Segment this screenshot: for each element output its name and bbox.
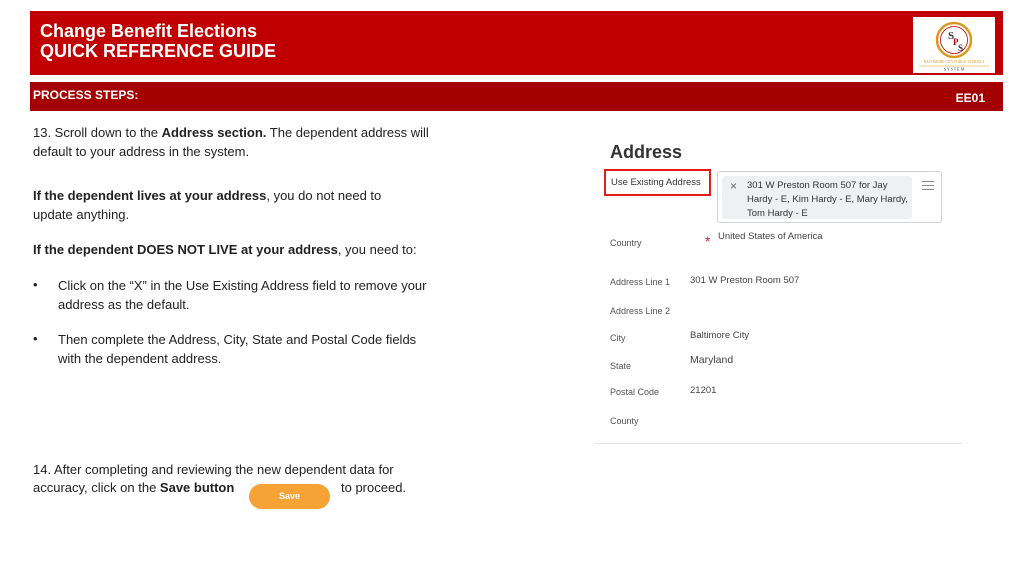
bullet-marker: • (33, 277, 38, 292)
bullet-item: Click on the “X” in the Use Existing Add… (58, 278, 427, 312)
use-existing-address-label: Use Existing Address (604, 169, 711, 196)
prompt-list-icon[interactable] (922, 181, 934, 191)
use-existing-address-field[interactable]: × 301 W Preston Room 507 for Jay Hardy -… (717, 171, 942, 223)
city-value[interactable]: Baltimore City (690, 330, 749, 341)
lives-at-address-text: If the dependent lives at your address, … (33, 187, 413, 224)
guide-code: EE01 (955, 91, 985, 105)
remove-selection-icon[interactable]: × (730, 179, 737, 193)
step-14-line1: 14. After completing and reviewing the n… (33, 462, 394, 477)
step-13-bold: Address section. (161, 125, 267, 140)
address-line-1-value[interactable]: 301 W Preston Room 507 (690, 275, 799, 286)
guide-header: Change Benefit Elections QUICK REFERENCE… (30, 11, 1003, 75)
bullet-marker: • (33, 331, 38, 346)
process-steps-label: PROCESS STEPS: (33, 88, 139, 102)
step-14-prefix: accuracy, click on the (33, 480, 160, 495)
step-14-bold: Save button (159, 480, 235, 495)
step-13-prefix: 13. Scroll down to the (33, 125, 162, 140)
svg-text:S: S (958, 43, 963, 53)
process-steps-bar: PROCESS STEPS: EE01 (30, 82, 1003, 111)
country-value[interactable]: United States of America (718, 231, 823, 242)
sps-logo-icon: S P S BALTIMORE CITY PUBLIC SCHOOLS S Y … (919, 21, 989, 72)
country-label: Country (610, 238, 642, 248)
state-label: State (610, 361, 632, 371)
step-13-text: 13. Scroll down to the Address section. … (33, 124, 463, 161)
save-button[interactable]: Save (249, 484, 330, 509)
not-lives-at-address-text: If the dependent DOES NOT LIVE at your a… (33, 241, 463, 260)
svg-text:S Y S T E M: S Y S T E M (944, 67, 965, 72)
selected-address-pill: × 301 W Preston Room 507 for Jay Hardy -… (722, 176, 912, 219)
postal-code-label: Postal Code (610, 387, 660, 397)
guide-title: Change Benefit Elections (40, 21, 258, 41)
step-14-suffix: to proceed. (341, 480, 407, 495)
required-icon: * (705, 233, 711, 249)
address-panel: Address Use Existing Address × 301 W Pre… (594, 128, 962, 444)
not-lives-at-address-suffix: , you need to: (337, 242, 417, 257)
guide-subtitle: QUICK REFERENCE GUIDE (40, 41, 277, 61)
lives-at-address-bold: If the dependent lives at your address (33, 188, 267, 203)
address-line-1-label: Address Line 1 (610, 277, 671, 287)
address-line-2-label: Address Line 2 (610, 306, 671, 316)
sps-logo: S P S BALTIMORE CITY PUBLIC SCHOOLS S Y … (913, 17, 995, 73)
county-label: County (610, 416, 639, 426)
bullet-item: Then complete the Address, City, State a… (58, 332, 417, 366)
postal-code-value[interactable]: 21201 (690, 385, 716, 396)
city-label: City (610, 333, 626, 343)
svg-text:BALTIMORE CITY PUBLIC SCHOOLS: BALTIMORE CITY PUBLIC SCHOOLS (924, 60, 985, 64)
selected-address-text: 301 W Preston Room 507 for Jay Hardy - E… (747, 180, 908, 219)
state-value[interactable]: Maryland (690, 354, 733, 366)
not-lives-at-address-bold: If the dependent DOES NOT LIVE at your a… (33, 242, 338, 257)
step-14-line2: accuracy, click on the Save button (33, 479, 253, 498)
address-section-title: Address (610, 142, 683, 162)
